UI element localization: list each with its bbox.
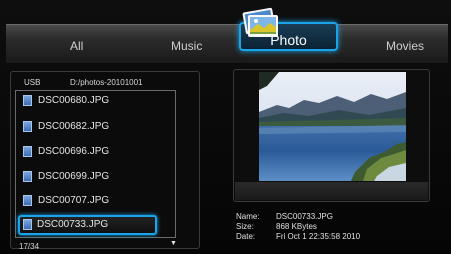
file-item[interactable]: DSC00696.JPG bbox=[19, 143, 159, 161]
detail-date-label: Date: bbox=[236, 232, 256, 241]
file-name: DSC00696.JPG bbox=[38, 146, 110, 157]
tab-movies[interactable]: Movies bbox=[386, 39, 424, 53]
detail-name-value: DSC00733.JPG bbox=[276, 212, 333, 221]
image-file-icon bbox=[23, 195, 32, 206]
file-name: DSC00733.JPG bbox=[37, 219, 109, 230]
file-item[interactable]: DSC00699.JPG bbox=[19, 168, 159, 186]
photo-preview bbox=[259, 72, 406, 181]
breadcrumb: USB D:/photos-20101001 bbox=[10, 75, 200, 89]
scroll-down-icon[interactable]: ▼ bbox=[170, 240, 177, 247]
tab-all[interactable]: All bbox=[70, 39, 83, 53]
media-category-bar: All Music Movies bbox=[6, 24, 448, 63]
file-counter: 17/34 bbox=[19, 242, 40, 251]
file-item[interactable]: DSC00682.JPG bbox=[19, 118, 159, 136]
file-name: DSC00680.JPG bbox=[38, 95, 110, 106]
tab-music[interactable]: Music bbox=[171, 39, 202, 53]
detail-name-label: Name: bbox=[236, 212, 260, 221]
image-file-icon bbox=[23, 121, 32, 132]
image-file-icon bbox=[23, 219, 32, 230]
detail-size-value: 868 KBytes bbox=[276, 222, 317, 231]
file-item[interactable]: DSC00707.JPG bbox=[19, 192, 159, 210]
source-label: USB bbox=[24, 78, 41, 87]
image-file-icon bbox=[23, 171, 32, 182]
detail-date-value: Fri Oct 1 22:35:58 2010 bbox=[276, 232, 361, 241]
image-file-icon bbox=[23, 95, 32, 106]
file-item-selected[interactable]: DSC00733.JPG bbox=[18, 215, 157, 235]
image-file-icon bbox=[23, 146, 32, 157]
file-name: DSC00682.JPG bbox=[38, 121, 110, 132]
file-item[interactable]: DSC00680.JPG bbox=[19, 92, 159, 110]
photo-landscape-icon bbox=[242, 7, 278, 37]
file-name: DSC00699.JPG bbox=[38, 171, 110, 182]
file-name: DSC00707.JPG bbox=[38, 195, 110, 206]
folder-path: D:/photos-20101001 bbox=[70, 78, 143, 87]
detail-size-label: Size: bbox=[236, 222, 254, 231]
preview-caption-bar bbox=[235, 182, 428, 200]
